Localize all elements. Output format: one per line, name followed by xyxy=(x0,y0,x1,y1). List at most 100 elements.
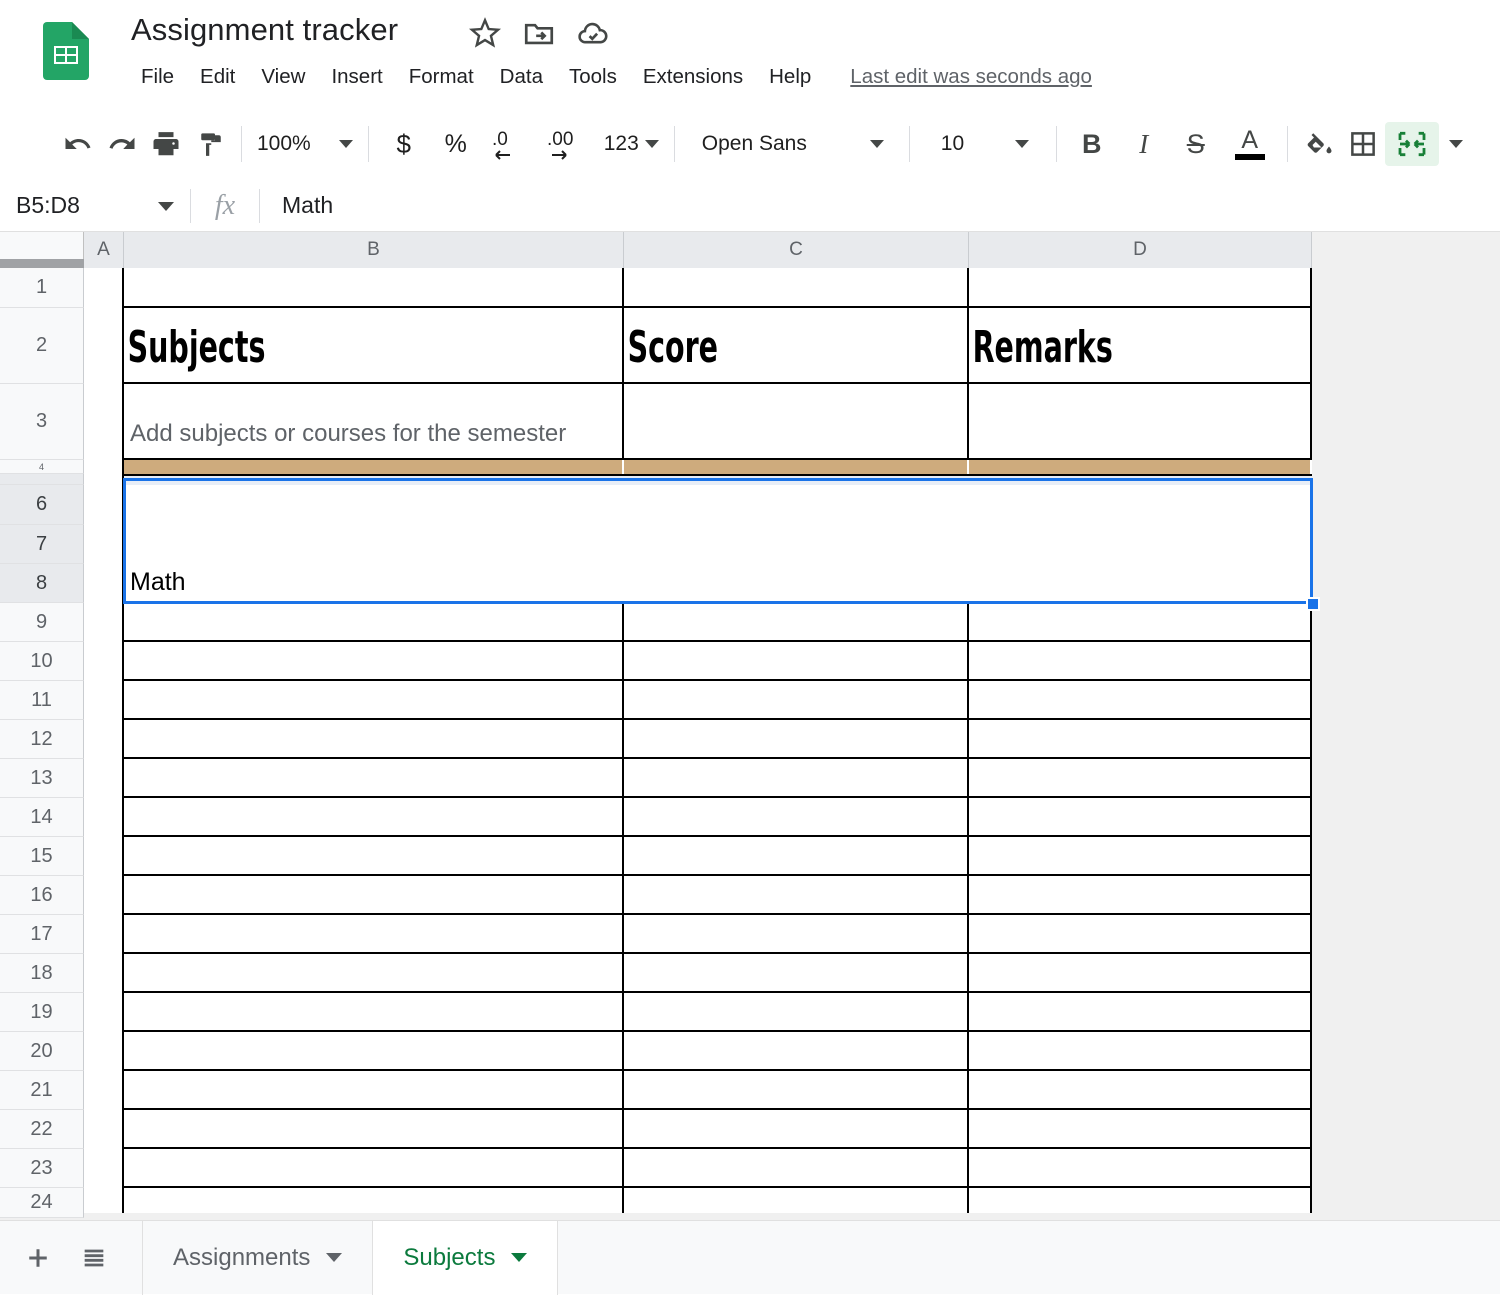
chevron-down-icon[interactable] xyxy=(326,1253,342,1262)
row-header-4[interactable]: 4 xyxy=(0,460,84,474)
row-4-band-c[interactable] xyxy=(624,460,967,474)
row-header-13[interactable]: 13 xyxy=(0,759,84,798)
row-header-20[interactable]: 20 xyxy=(0,1032,84,1071)
cell-c21[interactable] xyxy=(624,1071,969,1110)
cell-d12[interactable] xyxy=(969,720,1312,759)
row-4-band-d[interactable] xyxy=(969,460,1310,474)
cell-b20[interactable] xyxy=(124,1032,624,1071)
cell-c3[interactable] xyxy=(624,384,969,460)
column-header-a[interactable]: A xyxy=(84,232,124,268)
fill-color-button[interactable] xyxy=(1297,122,1341,166)
cell-b3-subtitle[interactable]: Add subjects or courses for the semester xyxy=(124,384,624,460)
row-header-16[interactable]: 16 xyxy=(0,876,84,915)
cell-c2-score-header[interactable]: Score xyxy=(624,308,969,384)
undo-button[interactable] xyxy=(56,122,100,166)
row-header-11[interactable]: 11 xyxy=(0,681,84,720)
name-box[interactable]: B5:D8 xyxy=(0,180,190,232)
merge-cells-button[interactable] xyxy=(1385,122,1439,166)
paint-format-button[interactable] xyxy=(188,122,232,166)
merged-cell-b5-d8[interactable] xyxy=(124,485,1312,603)
saved-to-drive-icon[interactable] xyxy=(576,16,610,55)
redo-button[interactable] xyxy=(100,122,144,166)
cell-b23[interactable] xyxy=(124,1149,624,1188)
cell-c23[interactable] xyxy=(624,1149,969,1188)
cell-b18[interactable] xyxy=(124,954,624,993)
menu-edit[interactable]: Edit xyxy=(187,62,248,92)
cell-c15[interactable] xyxy=(624,837,969,876)
row-header-22[interactable]: 22 xyxy=(0,1110,84,1149)
column-a-cells[interactable] xyxy=(84,268,124,1213)
menu-extensions[interactable]: Extensions xyxy=(630,62,756,92)
cell-c9[interactable] xyxy=(624,603,969,642)
menu-insert[interactable]: Insert xyxy=(318,62,395,92)
row-header-23[interactable]: 23 xyxy=(0,1149,84,1188)
row-header-18[interactable]: 18 xyxy=(0,954,84,993)
row-header-24[interactable]: 24 xyxy=(0,1188,84,1218)
sheet-tab-subjects[interactable]: Subjects xyxy=(373,1221,558,1295)
chevron-down-icon[interactable] xyxy=(511,1253,527,1262)
cell-d15[interactable] xyxy=(969,837,1312,876)
cell-d16[interactable] xyxy=(969,876,1312,915)
row-header-9[interactable]: 9 xyxy=(0,603,84,642)
cell-c14[interactable] xyxy=(624,798,969,837)
cell-c12[interactable] xyxy=(624,720,969,759)
cell-c24[interactable] xyxy=(624,1188,969,1213)
cell-b13[interactable] xyxy=(124,759,624,798)
cell-c16[interactable] xyxy=(624,876,969,915)
menu-help[interactable]: Help xyxy=(756,62,824,92)
sheet-tab-assignments[interactable]: Assignments xyxy=(143,1221,373,1295)
row-5-selected-sliver[interactable] xyxy=(124,476,1312,485)
column-header-c[interactable]: C xyxy=(624,232,969,268)
cell-d23[interactable] xyxy=(969,1149,1312,1188)
column-header-d[interactable]: D xyxy=(969,232,1312,268)
function-icon[interactable]: fx xyxy=(191,190,259,222)
italic-button[interactable]: I xyxy=(1118,122,1170,166)
cell-b12[interactable] xyxy=(124,720,624,759)
column-header-b[interactable]: B xyxy=(124,232,624,268)
cell-d14[interactable] xyxy=(969,798,1312,837)
row-header-1[interactable]: 1 xyxy=(0,268,84,308)
cell-b2-subjects-header[interactable]: Subjects xyxy=(124,308,624,384)
row-header-15[interactable]: 15 xyxy=(0,837,84,876)
cell-b15[interactable] xyxy=(124,837,624,876)
cell-d13[interactable] xyxy=(969,759,1312,798)
cell-d9[interactable] xyxy=(969,603,1312,642)
menu-format[interactable]: Format xyxy=(396,62,487,92)
last-edit-status[interactable]: Last edit was seconds ago xyxy=(850,65,1092,89)
cell-b1[interactable] xyxy=(124,268,624,308)
cell-d2-remarks-header[interactable]: Remarks xyxy=(969,308,1312,384)
cell-d19[interactable] xyxy=(969,993,1312,1032)
row-header-5[interactable]: 5 xyxy=(0,474,84,485)
row-header-8[interactable]: 8 xyxy=(0,564,84,603)
cell-d21[interactable] xyxy=(969,1071,1312,1110)
document-title[interactable]: Assignment tracker xyxy=(131,12,398,48)
cell-d22[interactable] xyxy=(969,1110,1312,1149)
cell-b24[interactable] xyxy=(124,1188,624,1213)
cell-d17[interactable] xyxy=(969,915,1312,954)
menu-view[interactable]: View xyxy=(248,62,318,92)
cell-d18[interactable] xyxy=(969,954,1312,993)
cell-d10[interactable] xyxy=(969,642,1312,681)
cell-b17[interactable] xyxy=(124,915,624,954)
add-sheet-icon[interactable] xyxy=(12,1232,64,1284)
cell-b21[interactable] xyxy=(124,1071,624,1110)
percent-format-button[interactable]: % xyxy=(430,122,482,166)
cell-b16[interactable] xyxy=(124,876,624,915)
row-header-17[interactable]: 17 xyxy=(0,915,84,954)
cell-c17[interactable] xyxy=(624,915,969,954)
menu-file[interactable]: File xyxy=(128,62,187,92)
cell-b19[interactable] xyxy=(124,993,624,1032)
merge-cells-dropdown[interactable] xyxy=(1439,122,1473,166)
cell-c10[interactable] xyxy=(624,642,969,681)
cell-d20[interactable] xyxy=(969,1032,1312,1071)
cell-b22[interactable] xyxy=(124,1110,624,1149)
currency-format-button[interactable]: $ xyxy=(378,122,430,166)
cell-b9[interactable] xyxy=(124,603,624,642)
row-header-19[interactable]: 19 xyxy=(0,993,84,1032)
font-size-selector[interactable]: 10 xyxy=(919,122,1047,166)
select-all-corner[interactable] xyxy=(0,232,84,268)
star-icon[interactable] xyxy=(468,16,502,55)
cell-b10[interactable] xyxy=(124,642,624,681)
move-to-folder-icon[interactable] xyxy=(522,16,556,55)
borders-button[interactable] xyxy=(1341,122,1385,166)
